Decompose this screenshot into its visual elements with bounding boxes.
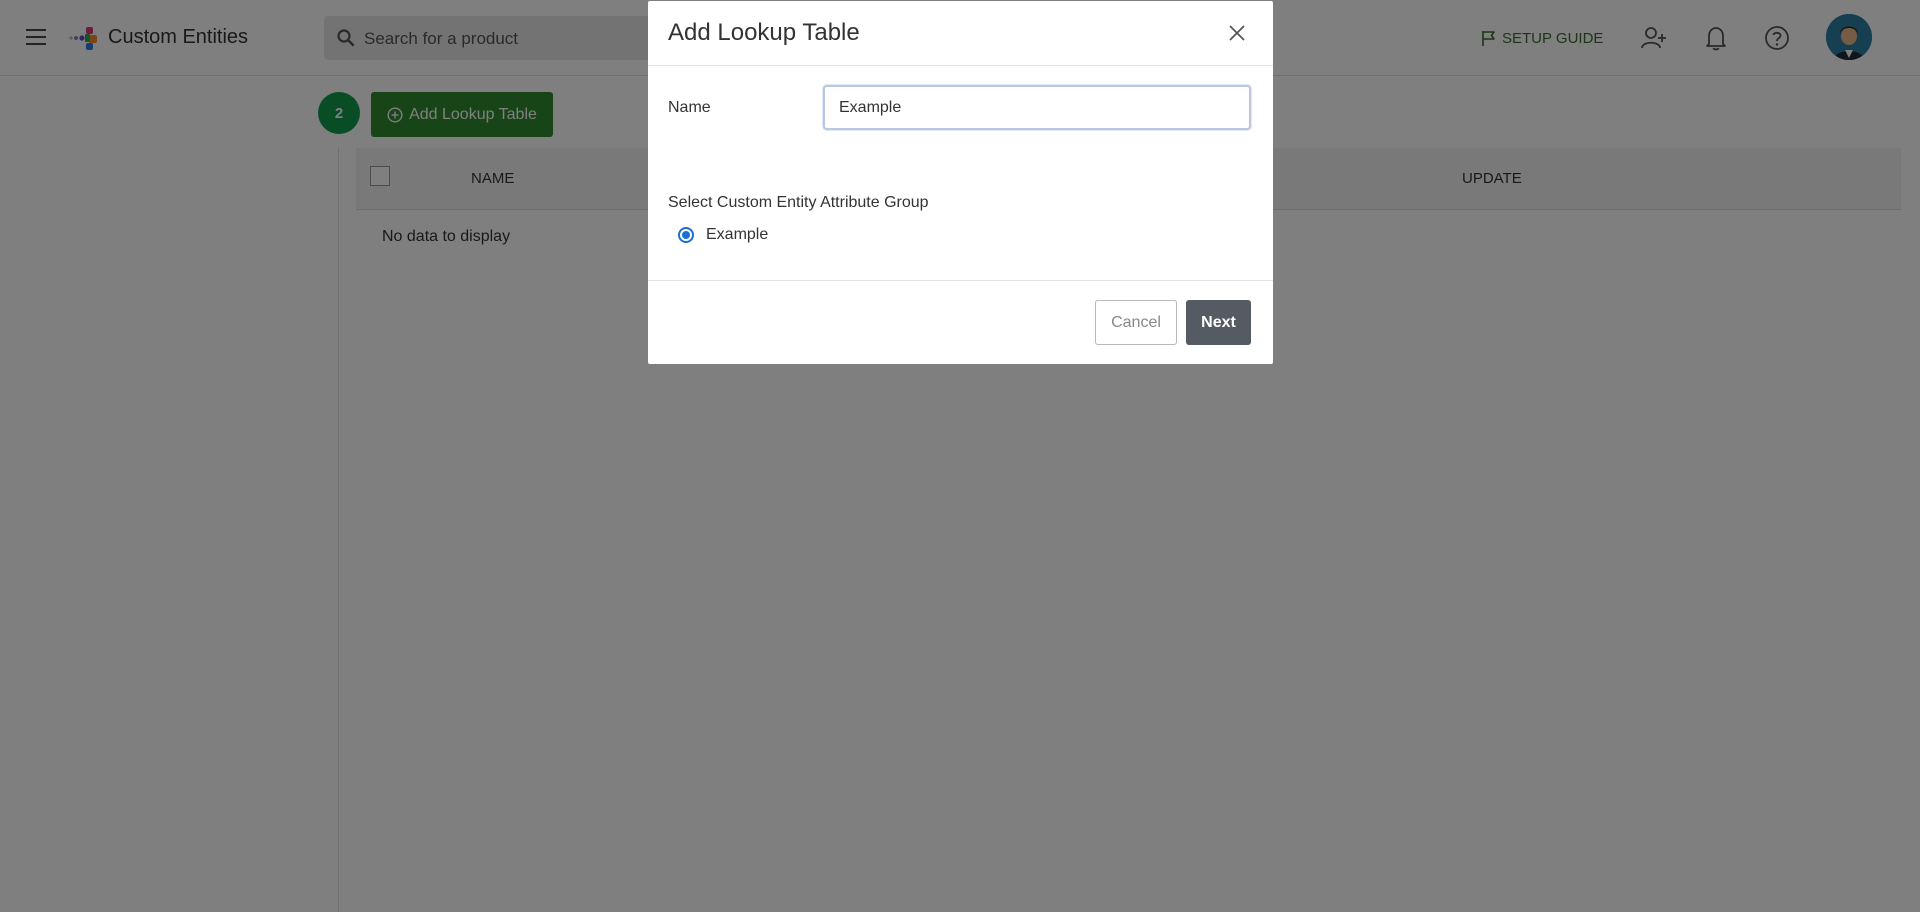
attribute-group-option-label: Example — [706, 226, 769, 243]
cancel-button[interactable]: Cancel — [1095, 300, 1177, 345]
name-input[interactable] — [823, 85, 1251, 130]
name-label: Name — [668, 99, 711, 116]
close-icon[interactable] — [1227, 23, 1247, 43]
modal-footer-divider — [648, 280, 1273, 281]
attribute-group-label: Select Custom Entity Attribute Group — [668, 194, 929, 211]
modal-header: Add Lookup Table — [648, 1, 1273, 66]
attribute-group-option[interactable]: Example — [678, 226, 768, 244]
add-lookup-table-dialog: Add Lookup Table Name Select Custom Enti… — [648, 1, 1273, 364]
radio-selected[interactable] — [678, 227, 694, 243]
modal-title: Add Lookup Table — [668, 19, 860, 46]
next-button[interactable]: Next — [1186, 300, 1251, 345]
